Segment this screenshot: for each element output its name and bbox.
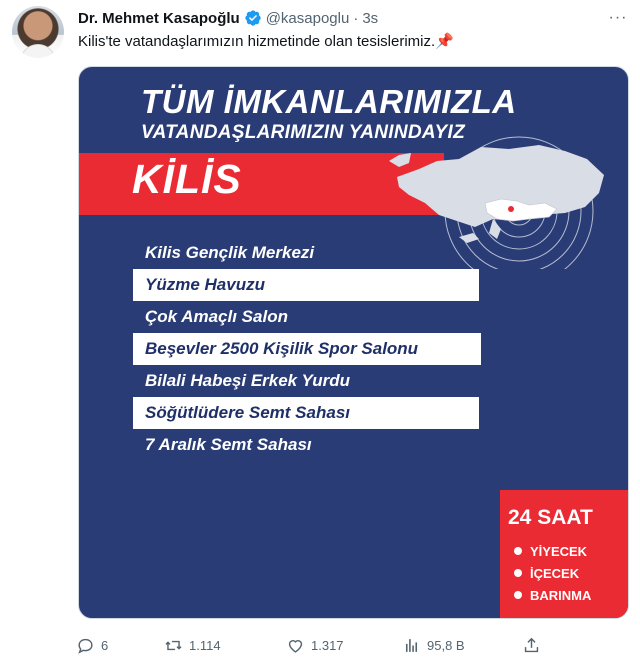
tweet-text: Kilis'te vatandaşlarımızın hizmetinde ol… — [78, 32, 454, 52]
author-name[interactable]: Dr. Mehmet Kasapoğlu — [78, 10, 240, 27]
bullet-icon — [514, 547, 522, 555]
kilis-marker — [508, 206, 514, 212]
views-count: 95,8 B — [427, 637, 465, 653]
like-button[interactable]: 1.317 — [286, 633, 344, 657]
facility-item: Beşevler 2500 Kişilik Spor Salonu — [133, 333, 481, 365]
media-title-line1: TÜM İMKANLARIMIZLA — [141, 83, 517, 120]
badge-item: İÇECEK — [514, 562, 591, 584]
separator-dot: · — [353, 9, 359, 27]
verified-badge-icon — [244, 9, 262, 27]
facility-item: Söğütlüdere Semt Sahası — [133, 397, 479, 429]
tweet-text-body: Kilis'te vatandaşlarımızın hizmetinde ol… — [78, 33, 436, 50]
badge-item-label: BARINMA — [530, 587, 592, 603]
facility-item: Kilis Gençlik Merkezi — [145, 243, 315, 262]
tweet-header: Dr. Mehmet Kasapoğlu @kasapoglu · 3s — [78, 8, 378, 28]
views-button[interactable]: 95,8 B — [402, 633, 465, 657]
bullet-icon — [514, 569, 522, 577]
retweet-icon — [165, 640, 182, 650]
badge-item: BARINMA — [514, 584, 591, 606]
tweet-actions: 6 1.114 1.317 95,8 B — [72, 633, 632, 657]
views-icon — [405, 638, 418, 652]
facility-item: Bilali Habeşi Erkek Yurdu — [145, 371, 351, 390]
more-options-icon[interactable]: ··· — [608, 8, 628, 28]
facility-item: Yüzme Havuzu — [133, 269, 479, 301]
badge-title: 24 SAAT — [508, 506, 593, 529]
facility-list: Kilis Gençlik Merkezi Yüzme Havuzu Çok A… — [129, 237, 489, 461]
share-button[interactable] — [522, 633, 541, 657]
avatar[interactable] — [12, 6, 64, 58]
author-handle[interactable]: @kasapoglu — [266, 10, 350, 27]
badge-item-label: YİYECEK — [530, 543, 588, 559]
city-name: KİLİS — [132, 156, 242, 202]
reply-icon — [78, 638, 93, 654]
heart-icon — [288, 639, 303, 653]
retweet-button[interactable]: 1.114 — [164, 633, 221, 657]
reply-button[interactable]: 6 — [76, 633, 108, 657]
avatar-shirt — [20, 44, 56, 58]
retweet-count: 1.114 — [189, 637, 221, 653]
like-count: 1.317 — [311, 637, 344, 653]
badge-item: YİYECEK — [514, 540, 591, 562]
badge-list: YİYECEK İÇECEK BARINMA — [514, 540, 591, 606]
facility-item: 7 Aralık Semt Sahası — [145, 435, 312, 454]
thrace-shape — [389, 153, 411, 167]
pushpin-emoji: 📌 — [435, 33, 454, 50]
share-icon — [524, 637, 539, 652]
facility-item: Çok Amaçlı Salon — [145, 307, 288, 326]
badge-item-label: İÇECEK — [530, 565, 580, 581]
bullet-icon — [514, 591, 522, 599]
tweet-time[interactable]: 3s — [362, 10, 378, 27]
tweet-media-image[interactable]: TÜM İMKANLARIMIZLA VATANDAŞLARIMIZIN YAN… — [78, 66, 629, 619]
reply-count: 6 — [101, 637, 109, 653]
24-hour-badge: 24 SAAT YİYECEK İÇECEK BARINMA — [500, 490, 628, 618]
